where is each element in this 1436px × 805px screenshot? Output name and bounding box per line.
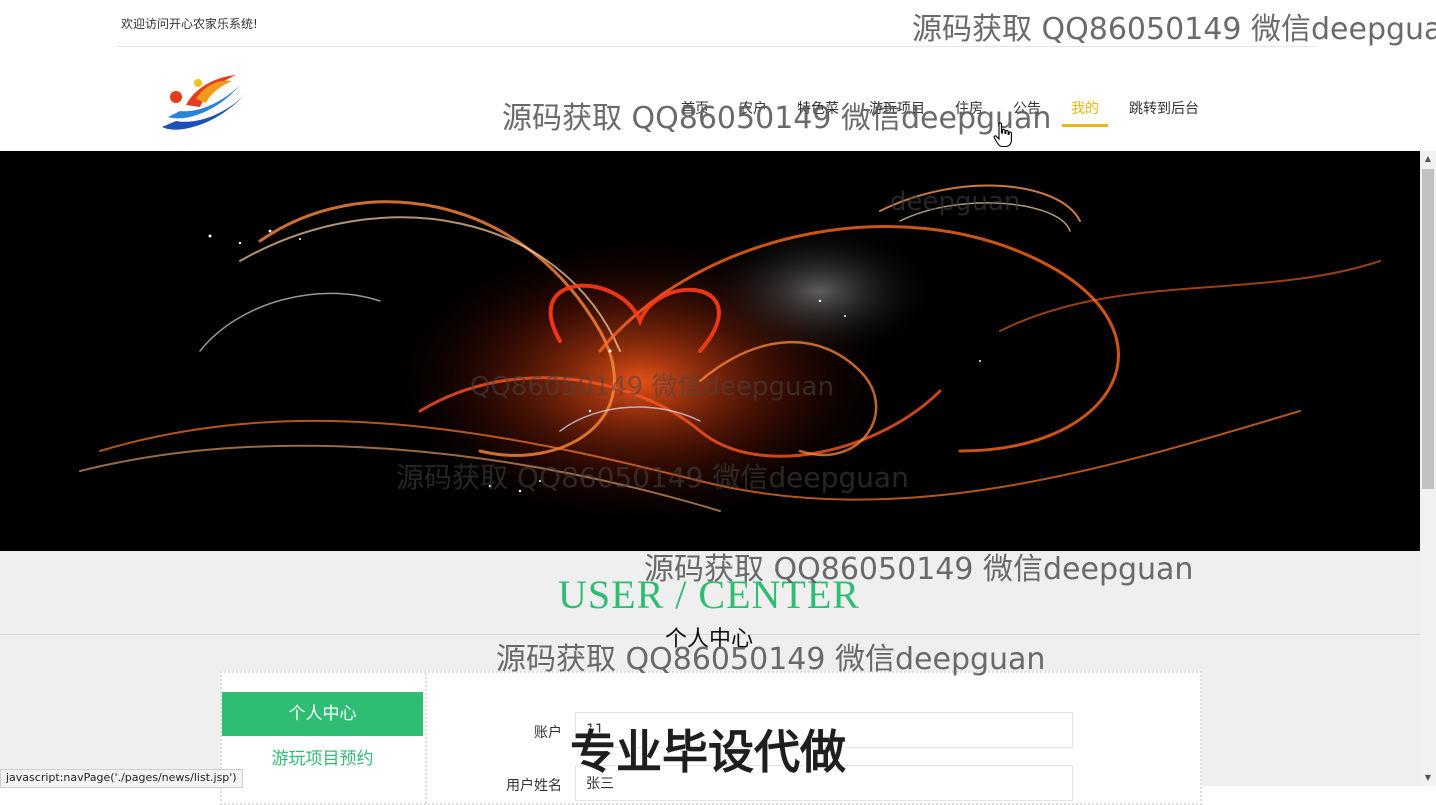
header: 首页 农户 特色菜 游玩项目 住房 公告 我的 跳转到后台 bbox=[0, 47, 1420, 151]
nav-mine[interactable]: 我的 bbox=[1056, 85, 1114, 127]
nav-lodging[interactable]: 住房 bbox=[940, 85, 998, 125]
banner-image bbox=[0, 151, 1420, 551]
section-title-cn: 个人中心 bbox=[664, 627, 753, 652]
section-title-en: USER / CENTER bbox=[558, 572, 860, 617]
nav-activities[interactable]: 游玩项目 bbox=[854, 85, 940, 125]
scroll-up-arrow-icon[interactable]: ▲ bbox=[1420, 151, 1436, 167]
account-label: 账户 bbox=[534, 725, 562, 741]
nav-announcements[interactable]: 公告 bbox=[998, 85, 1056, 125]
top-bar: 欢迎访问开心农家乐系统! bbox=[117, 0, 1317, 47]
main-nav: 首页 农户 特色菜 游玩项目 住房 公告 我的 跳转到后台 bbox=[666, 85, 1214, 127]
nav-admin-link[interactable]: 跳转到后台 bbox=[1114, 85, 1214, 125]
sidebar-item-activity-booking[interactable]: 游玩项目预约 bbox=[222, 737, 423, 781]
nav-specialty-dishes[interactable]: 特色菜 bbox=[782, 85, 854, 125]
welcome-text: 欢迎访问开心农家乐系统! bbox=[121, 17, 258, 31]
watermark-stamp: 专业毕设代做 bbox=[569, 724, 847, 780]
scroll-down-arrow-icon[interactable]: ▼ bbox=[1420, 770, 1436, 786]
site-logo[interactable] bbox=[158, 65, 250, 135]
nav-farmers[interactable]: 农户 bbox=[724, 85, 782, 125]
nav-home[interactable]: 首页 bbox=[666, 85, 724, 125]
page-scrollbar[interactable]: ▲ ▼ bbox=[1420, 151, 1436, 786]
hand-pointer-cursor-icon bbox=[993, 122, 1012, 148]
user-center-sidebar: 个人中心 游玩项目预约 bbox=[222, 673, 427, 803]
scroll-thumb[interactable] bbox=[1422, 169, 1434, 489]
browser-status-bar: javascript:navPage('./pages/news/list.js… bbox=[0, 769, 243, 788]
sidebar-item-profile[interactable]: 个人中心 bbox=[222, 692, 423, 736]
banner-swirl-art bbox=[0, 151, 1420, 551]
name-label: 用户姓名 bbox=[506, 778, 562, 794]
